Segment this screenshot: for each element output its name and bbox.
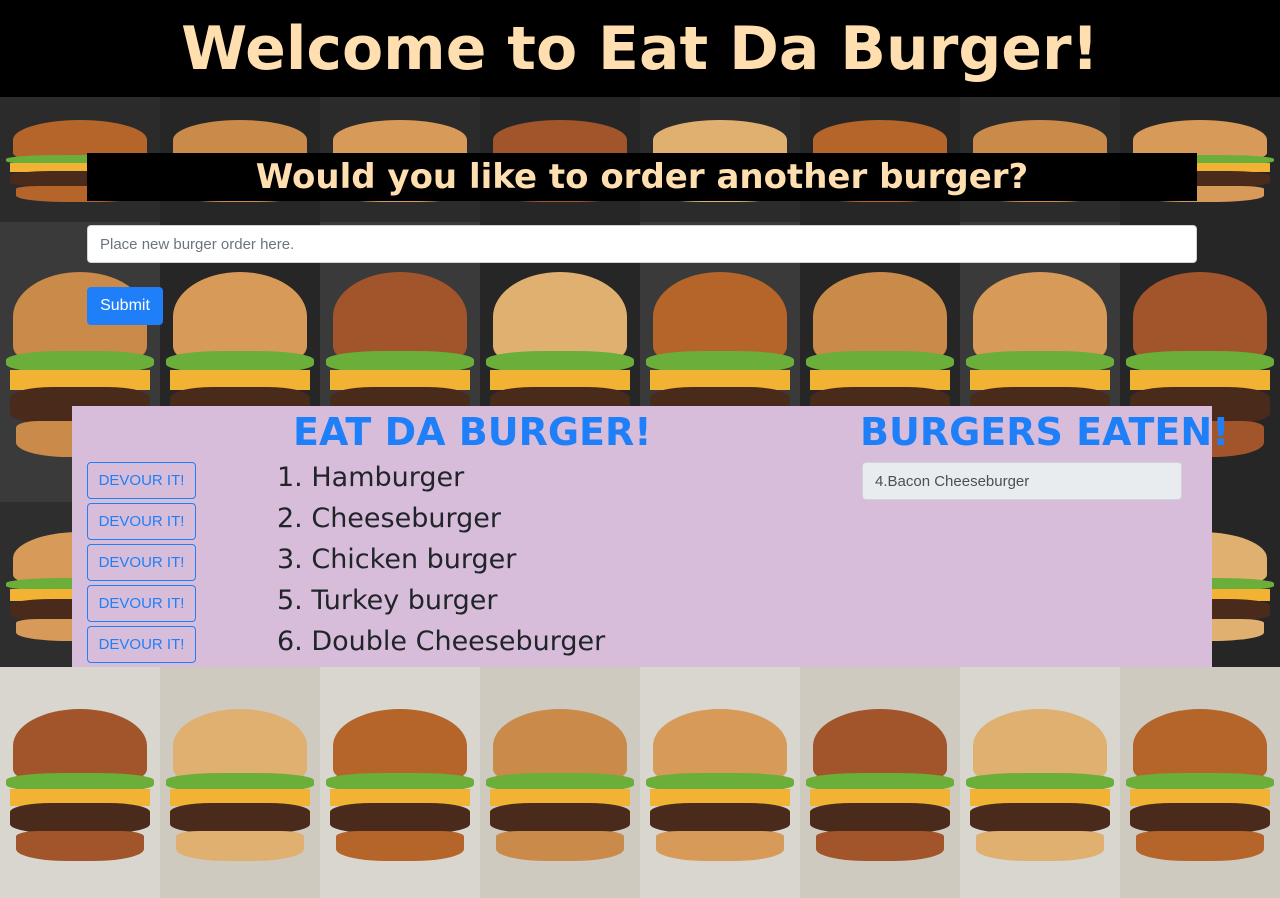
burger-photo-tile xyxy=(320,667,480,898)
burger-list-item: 3. Chicken burger xyxy=(277,544,517,575)
page-header: Welcome to Eat Da Burger! xyxy=(0,0,1280,97)
burger-photo-tile xyxy=(0,667,160,898)
burger-order-input[interactable] xyxy=(87,225,1197,263)
devour-button[interactable]: DEVOUR IT! xyxy=(87,503,196,540)
burger-list-item: 2. Cheeseburger xyxy=(277,503,501,534)
eaten-title: BURGERS EATEN! xyxy=(860,410,1230,454)
burger-photo-tile xyxy=(960,667,1120,898)
burger-list-item: 6. Double Cheeseburger xyxy=(277,626,606,657)
burger-photo-tile xyxy=(1120,667,1280,898)
page-title: Welcome to Eat Da Burger! xyxy=(181,13,1099,84)
submit-button[interactable]: Submit xyxy=(87,287,163,325)
menu-title: EAT DA BURGER! xyxy=(293,410,652,454)
burger-list-item: 1. Hamburger xyxy=(277,462,465,493)
burger-list-item: 5. Turkey burger xyxy=(277,585,498,616)
burger-photo-tile xyxy=(800,667,960,898)
burger-photo-tile xyxy=(160,667,320,898)
devour-button[interactable]: DEVOUR IT! xyxy=(87,626,196,663)
burger-photo-tile xyxy=(640,667,800,898)
devour-button[interactable]: DEVOUR IT! xyxy=(87,544,196,581)
order-heading-bar: Would you like to order another burger? xyxy=(87,153,1197,201)
burger-panel: EAT DA BURGER! BURGERS EATEN! DEVOUR IT!… xyxy=(72,406,1230,667)
devour-button[interactable]: DEVOUR IT! xyxy=(87,462,196,499)
burger-photo-tile xyxy=(480,667,640,898)
devour-button[interactable]: DEVOUR IT! xyxy=(87,585,196,622)
eaten-burger-item: 4.Bacon Cheeseburger xyxy=(862,462,1182,500)
order-heading: Would you like to order another burger? xyxy=(255,157,1029,197)
